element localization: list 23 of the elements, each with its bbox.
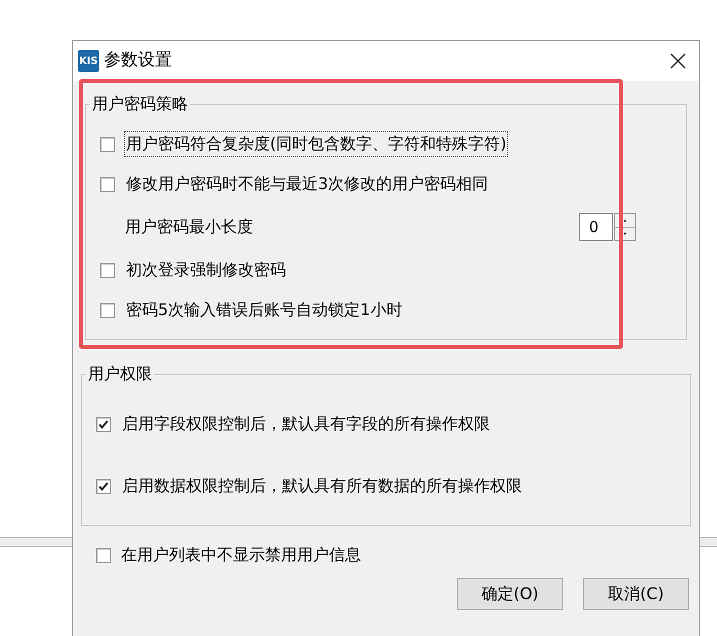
- dialog-button[interactable]: 确定(O): [457, 578, 563, 610]
- app-logo: KIS: [78, 50, 99, 72]
- checkbox-label[interactable]: 在用户列表中不显示禁用用户信息: [121, 543, 361, 567]
- checkmark-icon: [98, 480, 109, 492]
- checkbox-label[interactable]: 修改用户密码时不能与最近3次修改的用户密码相同: [125, 172, 490, 196]
- checkbox[interactable]: [100, 176, 115, 192]
- dialog-button[interactable]: 取消(C): [583, 578, 689, 610]
- field-label: 用户密码最小长度: [125, 216, 254, 238]
- window-title: 参数设置: [104, 49, 173, 72]
- checkbox[interactable]: [96, 548, 111, 562]
- checkbox-label[interactable]: 初次登录强制修改密码: [125, 258, 287, 282]
- checkmark-icon: [98, 418, 109, 430]
- checkbox-label[interactable]: 启用字段权限控制后，默认具有字段的所有操作权限: [121, 412, 491, 436]
- checkbox[interactable]: [96, 478, 111, 494]
- checkbox[interactable]: [96, 416, 111, 432]
- checkbox-label[interactable]: 用户密码符合复杂度(同时包含数字、字符和特殊字符): [125, 132, 508, 156]
- checkbox-label[interactable]: 启用数据权限控制后，默认具有所有数据的所有操作权限: [121, 474, 523, 498]
- checkbox[interactable]: [100, 262, 115, 278]
- checkbox[interactable]: [100, 136, 115, 152]
- number-field[interactable]: 0: [579, 213, 613, 241]
- close-icon[interactable]: [669, 52, 687, 70]
- checkbox[interactable]: [100, 302, 115, 318]
- checkbox-label[interactable]: 密码5次输入错误后账号自动锁定1小时: [125, 298, 404, 322]
